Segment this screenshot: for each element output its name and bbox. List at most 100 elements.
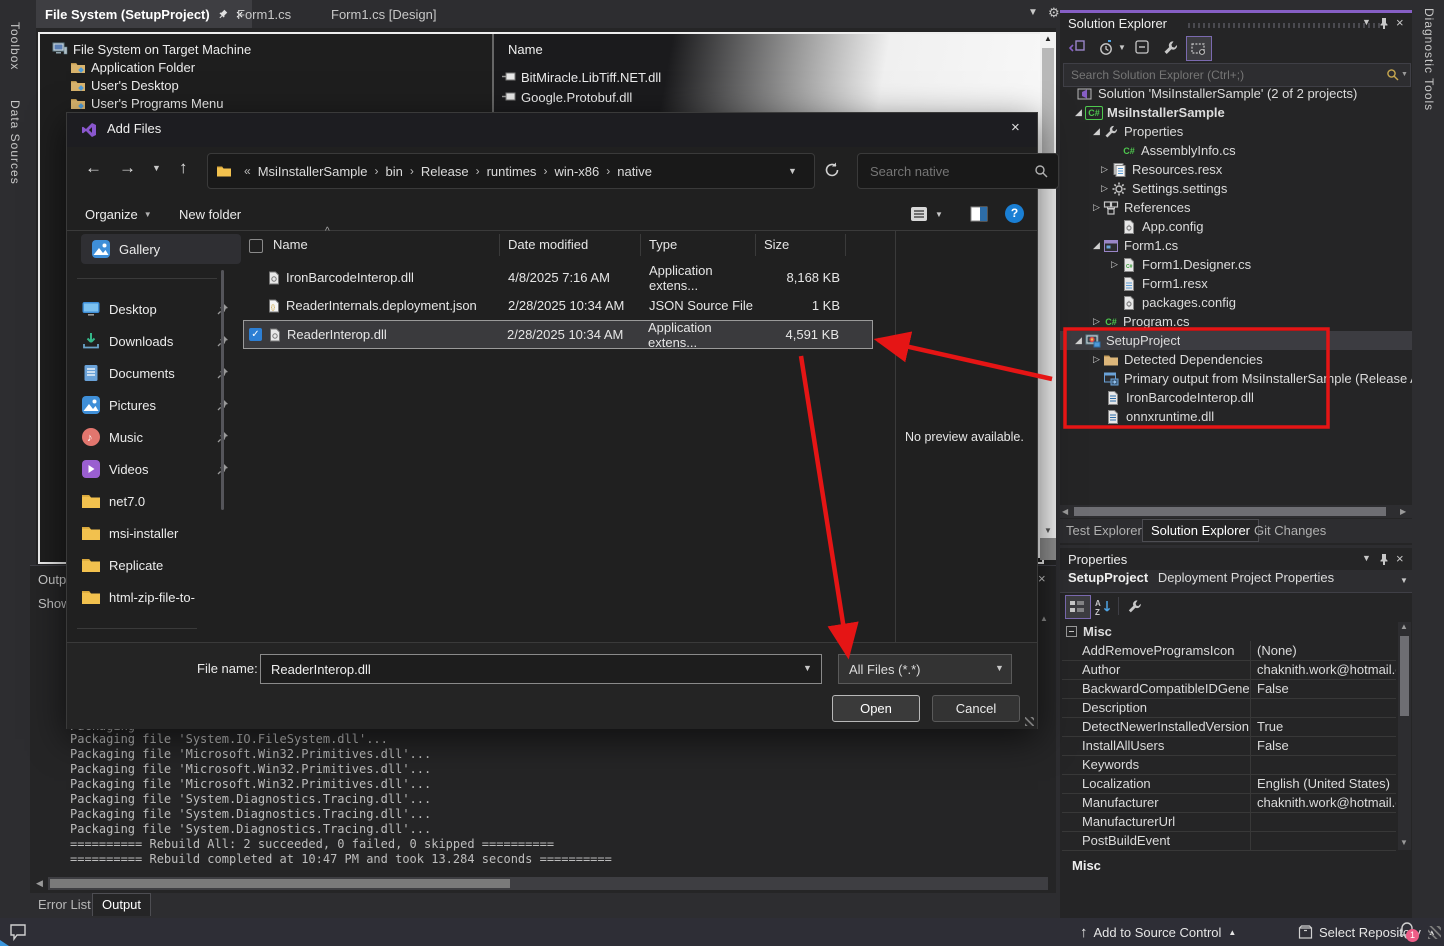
editor-gear-icon[interactable]: ⚙ (1048, 5, 1060, 21)
expander-icon[interactable]: ◢ (1090, 126, 1103, 137)
tree-item-detected-dependencies[interactable]: ▷ Detected Dependencies (1060, 350, 1412, 369)
column-header-type[interactable]: Type (649, 237, 764, 252)
sidebar-item-net70[interactable]: net7.0 (81, 486, 229, 516)
tree-item-onnxruntime[interactable]: onnxruntime.dll (1060, 407, 1412, 426)
tree-item-settings[interactable]: ▷ Settings.settings (1060, 179, 1412, 198)
crumb-overflow[interactable]: « (237, 164, 258, 178)
column-header-size[interactable]: Size (764, 237, 789, 252)
property-row[interactable]: DetectNewerInstalledVersionTrue (1062, 717, 1396, 737)
hscroll-left-icon[interactable]: ◀ (1062, 507, 1068, 516)
switch-views-icon[interactable] (1068, 39, 1086, 57)
expander-icon[interactable]: ▷ (1098, 164, 1111, 175)
data-sources-tab[interactable]: Data Sources (8, 100, 22, 185)
category-misc[interactable]: Misc (1062, 622, 1396, 641)
forward-icon[interactable]: → (119, 158, 136, 178)
properties-wrench-icon[interactable] (1162, 39, 1180, 57)
hscroll-thumb[interactable] (1074, 507, 1386, 516)
organize-button[interactable]: Organize ▼ (85, 202, 152, 226)
cancel-button[interactable]: Cancel (932, 695, 1020, 722)
tree-root-row[interactable]: File System on Target Machine (52, 40, 251, 58)
solution-search-input[interactable] (1069, 65, 1373, 85)
editor-scrollbar[interactable]: ▲ ▼ (1040, 32, 1056, 560)
diagnostic-tools-tab[interactable]: Diagnostic Tools (1422, 8, 1436, 111)
categorized-toggle[interactable] (1065, 595, 1091, 619)
back-icon[interactable]: ← (85, 158, 102, 178)
expander-icon[interactable]: ◢ (1072, 107, 1085, 118)
property-row[interactable]: InstallAllUsersFalse (1062, 736, 1396, 756)
close-panel-icon[interactable]: × (1396, 15, 1404, 30)
property-row[interactable]: BackwardCompatibleIDGeneFalse (1062, 679, 1396, 699)
view-mode-chevron-icon[interactable]: ▼ (935, 210, 943, 219)
tree-item-packages[interactable]: packages.config (1060, 293, 1412, 312)
file-name-combo[interactable]: ▼ (260, 654, 822, 684)
tree-item-msinstallersample[interactable]: ◢ C# MsiInstallerSample (1060, 103, 1412, 122)
tree-item-setupproject[interactable]: ◢ SetupProject (1060, 331, 1412, 350)
search-options-chevron-icon[interactable]: ▼ (1401, 71, 1408, 78)
scroll-up-icon[interactable]: ▲ (1400, 622, 1408, 631)
tree-item-form1-resx[interactable]: Form1.resx (1060, 274, 1412, 293)
crumb-segment[interactable]: bin (386, 164, 403, 179)
combo-chevron-icon[interactable]: ▼ (803, 663, 812, 673)
alphabetical-sort-icon[interactable]: AZ (1094, 598, 1112, 616)
column-header-name[interactable]: Name (508, 42, 543, 57)
scroll-down-icon[interactable]: ▼ (1400, 838, 1408, 847)
tree-item-form1-designer[interactable]: ▷ C# Form1.Designer.cs (1060, 255, 1412, 274)
close-panel-icon[interactable]: × (1396, 551, 1404, 566)
property-row[interactable]: Keywords (1062, 755, 1396, 775)
feedback-icon[interactable] (8, 922, 28, 942)
dialog-search-box[interactable] (857, 153, 1059, 189)
property-pages-wrench-icon[interactable] (1126, 598, 1144, 616)
tab-git-changes[interactable]: Git Changes (1254, 523, 1326, 538)
file-row-ironbarcodeinterop[interactable]: IronBarcodeInterop.dll 4/8/2025 7:16 AM … (245, 264, 869, 291)
search-icon[interactable] (1034, 164, 1048, 178)
pin-icon[interactable] (1378, 553, 1390, 566)
properties-scrollbar[interactable]: ▲ ▼ (1398, 622, 1411, 850)
tab-form1-design[interactable]: Form1.cs [Design] (322, 0, 445, 28)
tab-form1-cs[interactable]: Form1.cs (228, 0, 300, 28)
fs-file-row[interactable]: Google.Protobuf.dll (502, 88, 632, 106)
notifications-bell[interactable]: 1 (1398, 921, 1416, 941)
sidebar-item-music[interactable]: ♪ Music (81, 422, 229, 452)
sidebar-item-desktop[interactable]: Desktop (81, 294, 229, 324)
column-header-date[interactable]: Date modified (508, 237, 648, 252)
resize-grip[interactable] (1428, 926, 1441, 939)
tree-item-solution[interactable]: Solution 'MsiInstallerSample' (2 of 2 pr… (1060, 84, 1412, 103)
tree-item-appconfig[interactable]: App.config (1060, 217, 1412, 236)
property-row[interactable]: LocalizationEnglish (United States) (1062, 774, 1396, 794)
output-hscroll-thumb[interactable] (50, 879, 510, 888)
window-position-chevron-icon[interactable]: ▼ (1362, 553, 1371, 563)
tree-item-resources[interactable]: ▷ Resources.resx (1060, 160, 1412, 179)
property-row[interactable]: Description (1062, 698, 1396, 718)
application-folder-row[interactable]: Application Folder (70, 58, 195, 76)
fs-file-row[interactable]: BitMiracle.LibTiff.NET.dll (502, 68, 661, 86)
expander-icon[interactable]: ▷ (1090, 316, 1103, 327)
tab-test-explorer[interactable]: Test Explorer (1066, 523, 1142, 538)
tab-output[interactable]: Output (92, 893, 151, 916)
selected-checkbox[interactable]: ✓ (249, 328, 262, 341)
show-all-files-toggle[interactable] (1186, 36, 1212, 61)
file-row-readerinternals[interactable]: {} ReaderInternals.deployment.json 2/28/… (245, 292, 869, 319)
preview-pane-icon[interactable] (969, 204, 989, 224)
refresh-icon[interactable] (823, 161, 841, 179)
collapse-all-icon[interactable] (1134, 39, 1152, 57)
crumb-segment[interactable]: native (617, 164, 652, 179)
solution-hscrollbar[interactable]: ◀ ▶ (1060, 505, 1412, 518)
sidebar-item-downloads[interactable]: Downloads (81, 326, 229, 356)
dialog-close-icon[interactable]: × (1011, 119, 1020, 136)
scroll-thumb[interactable] (1400, 636, 1409, 716)
crumb-segment[interactable]: runtimes (487, 164, 537, 179)
recent-locations-chevron-icon[interactable]: ▼ (152, 163, 161, 173)
expander-icon[interactable]: ▷ (1090, 354, 1103, 365)
property-row[interactable]: AddRemoveProgramsIcon(None) (1062, 641, 1396, 661)
dialog-resize-grip[interactable] (1025, 717, 1034, 726)
sidebar-item-pictures[interactable]: Pictures (81, 390, 229, 420)
add-to-source-control-button[interactable]: ↑ Add to Source Control ▲ (1080, 918, 1236, 946)
scroll-up-icon[interactable]: ▲ (1044, 34, 1052, 43)
scroll-down-icon[interactable]: ▼ (1044, 526, 1052, 535)
hscroll-right-icon[interactable]: ▶ (1400, 507, 1406, 516)
new-folder-button[interactable]: New folder (179, 207, 241, 222)
expander-icon[interactable]: ◢ (1072, 335, 1085, 346)
property-row[interactable]: ManufacturerUrl (1062, 812, 1396, 832)
filter-dropdown-icon[interactable]: ▼ (1118, 43, 1126, 52)
property-row[interactable]: Authorchaknith.work@hotmail.com (1062, 660, 1396, 680)
